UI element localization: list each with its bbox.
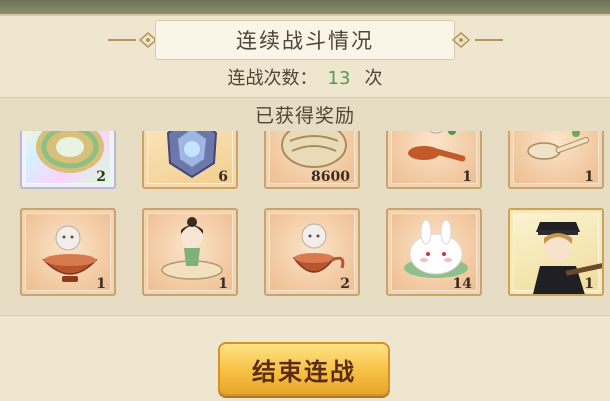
reward-qty: 6	[218, 169, 228, 185]
battle-count-row: 连战次数： 13 次	[0, 64, 610, 90]
page-title: 连续战斗情况	[236, 29, 374, 53]
top-divider	[0, 14, 610, 16]
reward-item-rabbit-bun[interactable]: 14	[386, 208, 482, 296]
reward-qty: 1	[218, 276, 228, 292]
rewards-header: 已获得奖励	[0, 98, 610, 130]
rewards-title: 已获得奖励	[254, 104, 355, 127]
reward-qty: 2	[96, 169, 106, 185]
reward-qty: 14	[452, 276, 472, 292]
reward-qty: 1	[96, 276, 106, 292]
end-battle-label: 结束连战	[252, 357, 356, 386]
reward-qty: 1	[584, 169, 594, 185]
battle-count-value: 13	[327, 68, 351, 89]
reward-item-ladle-spirit[interactable]: 1	[508, 131, 604, 189]
reward-qty: 1	[584, 276, 594, 292]
reward-qty: 2	[340, 276, 350, 292]
reward-qty: 8600	[311, 169, 350, 185]
title-banner: 连续战斗情况	[155, 20, 455, 60]
battle-count-unit: 次	[364, 68, 383, 89]
reward-qty: 1	[462, 169, 472, 185]
reward-item-seed-pouch[interactable]: 8600	[264, 131, 360, 189]
reward-item-dish-girl[interactable]: 1	[142, 208, 238, 296]
reward-item-teapot-spirit[interactable]: 2	[264, 208, 360, 296]
title-ornament-line-right	[475, 39, 503, 41]
reward-item-crystal-gem[interactable]: 6	[142, 131, 238, 189]
reward-item-officer-character[interactable]: 1	[508, 208, 604, 296]
battle-count-label: 连战次数：	[227, 68, 318, 89]
end-battle-button[interactable]: 结束连战	[218, 342, 390, 396]
reward-item-spoon-spirit[interactable]: 1	[386, 131, 482, 189]
top-bar	[0, 0, 610, 14]
reward-item-bowl-spirit[interactable]: 1	[20, 208, 116, 296]
rewards-grid[interactable]: 2 6 8600 1 1 1 1 2 14 1	[0, 131, 610, 311]
reward-item-jade-donut[interactable]: 2	[20, 131, 116, 189]
